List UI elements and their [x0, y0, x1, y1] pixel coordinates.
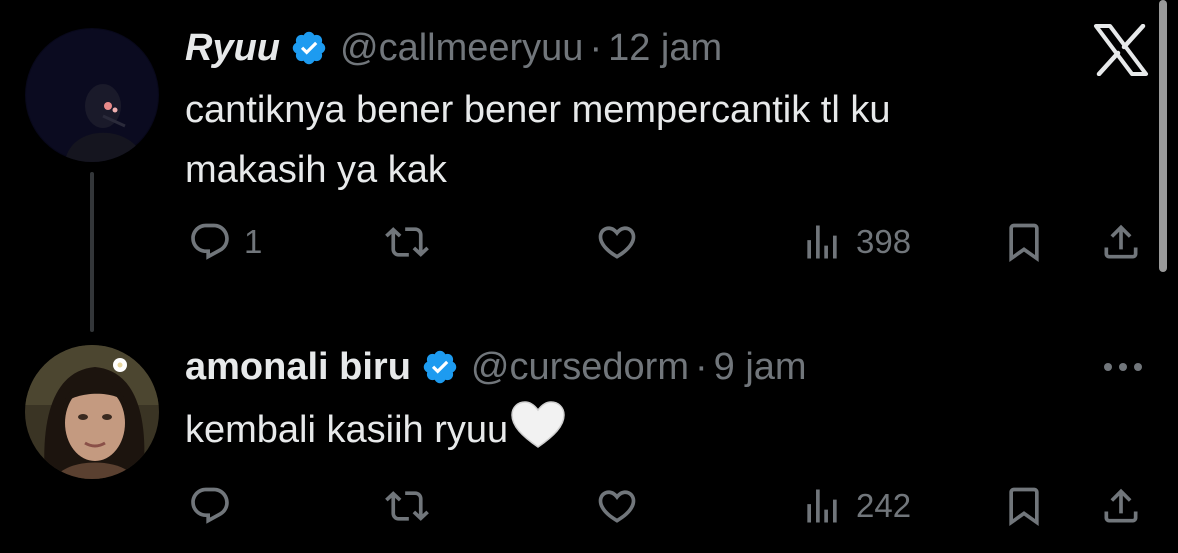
share-button[interactable]: [1099, 220, 1143, 264]
views-chart-icon: [807, 489, 837, 523]
reply-icon: [191, 223, 229, 260]
avatar[interactable]: [25, 28, 159, 162]
separator-dot: ·: [589, 27, 603, 69]
tweet-text-line: cantiknya bener bener mempercantik tl ku: [185, 89, 891, 131]
views-button[interactable]: 398: [800, 220, 911, 264]
reply-count: 1: [244, 223, 263, 260]
bookmark-icon: [1009, 223, 1039, 263]
view-count: 398: [856, 223, 912, 260]
timestamp[interactable]: 9 jam: [714, 342, 807, 392]
like-button[interactable]: [595, 220, 651, 264]
verified-badge-icon: [423, 350, 457, 384]
reply-icon: [191, 487, 229, 524]
share-icon: [1104, 488, 1138, 523]
retweet-icon: [385, 227, 429, 257]
verified-badge-icon: [292, 31, 326, 65]
tweet-header: Ryuu @callmeeryuu · 12 jam: [185, 23, 722, 73]
share-icon: [1104, 224, 1138, 259]
more-options-icon[interactable]: [1100, 352, 1146, 382]
avatar[interactable]: [25, 345, 159, 479]
retweet-button[interactable]: [385, 220, 441, 264]
reply-button[interactable]: [188, 484, 244, 528]
scrollbar[interactable]: [1159, 0, 1167, 272]
thread-connector-line: [90, 172, 94, 332]
heart-icon: [598, 490, 636, 523]
tweet-text-line: kembali kasiih ryuu: [185, 409, 509, 451]
display-name[interactable]: amonali biru: [185, 342, 411, 392]
timestamp[interactable]: 12 jam: [608, 23, 722, 73]
separator-dot: ·: [695, 346, 708, 388]
user-handle[interactable]: @callmeeryuu: [340, 23, 583, 73]
share-button[interactable]: [1099, 484, 1143, 528]
bookmark-icon: [1009, 487, 1039, 527]
white-heart-emoji-icon: [511, 401, 565, 448]
views-chart-icon: [807, 225, 837, 259]
reply-thread: Ryuu @callmeeryuu · 12 jam cantiknya ben…: [0, 0, 1178, 553]
user-handle[interactable]: @cursedorm: [471, 342, 689, 392]
tweet-text-line: makasih ya kak: [185, 149, 447, 191]
bookmark-button[interactable]: [1002, 220, 1046, 264]
tweet-text: cantiknya bener bener mempercantik tl ku…: [185, 80, 1085, 200]
like-button[interactable]: [595, 484, 651, 528]
bookmark-button[interactable]: [1002, 484, 1046, 528]
tweet-text: kembali kasiih ryuu: [185, 400, 1085, 460]
display-name[interactable]: Ryuu: [185, 23, 280, 73]
views-button[interactable]: 242: [800, 484, 911, 528]
heart-icon: [598, 226, 636, 259]
tweet-header: amonali biru @cursedorm · 9 jam: [185, 342, 807, 392]
x-logo-icon[interactable]: [1093, 24, 1149, 76]
view-count: 242: [856, 487, 912, 524]
retweet-button[interactable]: [385, 484, 441, 528]
reply-button[interactable]: 1: [188, 220, 262, 264]
retweet-icon: [385, 491, 429, 521]
